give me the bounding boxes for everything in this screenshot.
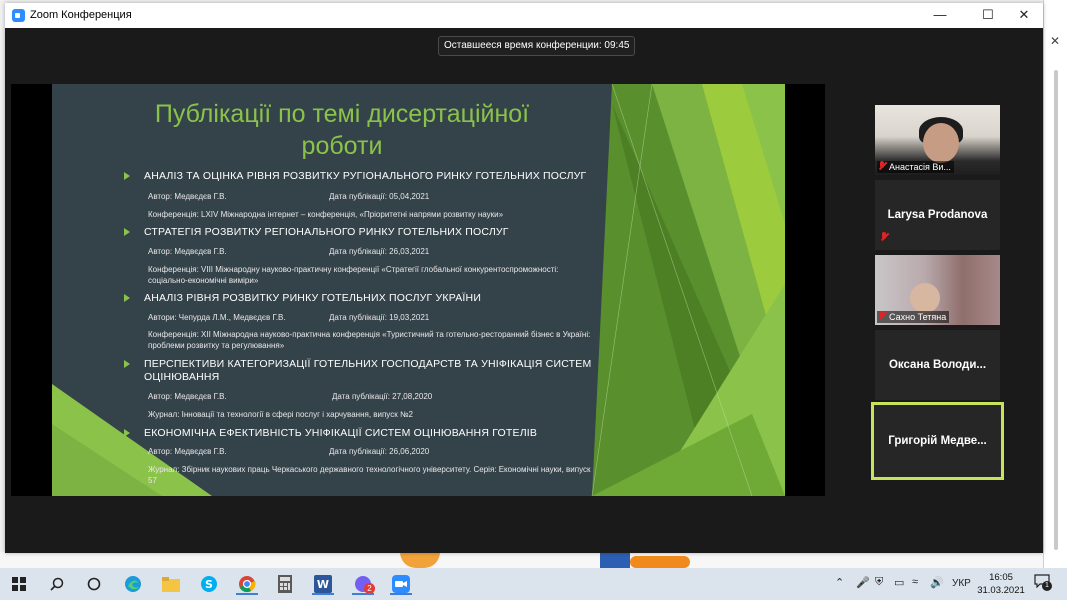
bullet-icon (124, 429, 130, 437)
publication-title: АНАЛІЗ ТА ОЦІНКА РІВНЯ РОЗВИТКУ РУГІОНАЛ… (144, 170, 587, 182)
publication-detail: Конференція: XII Міжнародна науково-прак… (148, 330, 591, 350)
windows-taskbar: S W 2 ⌃ 🎤 ⛨ ▭ ≈ 🔊 УКР 16:05 31.03.2021 1 (0, 568, 1067, 600)
publication-author: Автор: Медвєдєв Г.В. (148, 392, 227, 401)
zoom-icon[interactable] (390, 573, 412, 595)
volume-icon[interactable]: 🔊 (930, 576, 944, 589)
close-button[interactable]: ✕ (1009, 5, 1039, 25)
window-title: Zoom Конференция (30, 9, 132, 21)
chrome-icon[interactable] (236, 573, 258, 595)
language-indicator[interactable]: УКР (952, 578, 971, 589)
publication-author: Автор: Медвєдєв Г.В. (148, 447, 227, 456)
word-icon[interactable]: W (312, 573, 334, 595)
publication-author: Автор: Медвєдєв Г.В. (148, 192, 227, 201)
publication-date: Дата публікації: 27,08,2020 (332, 392, 433, 401)
publication-date: Дата публікації: 05,04,2021 (329, 192, 430, 201)
clock[interactable]: 16:05 31.03.2021 (976, 571, 1026, 597)
publication-detail: Журнал: Збірник наукових праць Черкасько… (148, 465, 591, 485)
participant-tile[interactable]: Оксана Володи... (875, 330, 1000, 400)
participant-name: Григорій Медве... (888, 435, 987, 447)
bullet-icon (124, 294, 130, 302)
publication-detail: Журнал: Інновації та технології в сфері … (148, 410, 413, 419)
svg-text:W: W (317, 578, 329, 591)
bullet-icon (124, 172, 130, 180)
calculator-icon[interactable] (274, 573, 296, 595)
participant-tile[interactable]: Анастасія Ви... (875, 105, 1000, 175)
mic-muted-icon (878, 311, 887, 321)
publication-title: АНАЛІЗ РІВНЯ РОЗВИТКУ РИНКУ ГОТЕЛЬНИХ ПО… (144, 292, 482, 304)
bullet-icon (124, 360, 130, 368)
publication-date: Дата публікації: 26,03,2021 (329, 247, 430, 256)
background-desktop-strip (0, 552, 1043, 568)
publication-date: Дата публікації: 26,06,2020 (329, 447, 430, 456)
edge-icon[interactable] (122, 573, 144, 595)
zoom-window: Zoom Конференция — ☐ ✕ Оставшееся время … (5, 3, 1043, 553)
clock-time: 16:05 (989, 572, 1013, 583)
publication-title: ЕКОНОМІЧНА ЕФЕКТИВНІСТЬ УНІФІКАЦІЇ СИСТЕ… (144, 427, 538, 439)
background-browser-edge: ✕ (1043, 0, 1067, 568)
maximize-button[interactable]: ☐ (973, 5, 1003, 25)
publication-detail: Конференція: VIII Міжнародну науково-пра… (148, 265, 559, 285)
clock-date: 31.03.2021 (977, 585, 1025, 596)
publication-detail: Конференція: LXIV Міжнародна інтернет – … (148, 210, 504, 219)
battery-icon[interactable]: ▭ (894, 576, 904, 589)
wifi-icon[interactable]: ≈ (912, 576, 918, 588)
participant-tile[interactable]: Сахно Тетяна (875, 255, 1000, 325)
title-bar: Zoom Конференция — ☐ ✕ (5, 3, 1043, 28)
viber-icon[interactable]: 2 (352, 573, 375, 595)
defender-shield-icon[interactable]: ⛨ (875, 576, 883, 589)
notification-count: 1 (1042, 581, 1052, 591)
task-view-icon[interactable] (83, 573, 105, 595)
background-close-icon: ✕ (1050, 34, 1061, 48)
active-speaker-tile[interactable]: Григорій Медве... (871, 402, 1004, 480)
svg-text:S: S (205, 578, 213, 591)
participant-name: Larysa Prodanova (887, 209, 988, 221)
chevron-up-icon[interactable]: ⌃ (835, 576, 844, 589)
participant-video (910, 283, 940, 313)
minimize-button[interactable]: — (925, 5, 955, 25)
publication-date: Дата публікації: 19,03,2021 (329, 313, 430, 322)
notification-center-icon[interactable]: 1 (1034, 574, 1052, 591)
zoom-app-icon (12, 9, 25, 22)
participant-tile[interactable]: Larysa Prodanova (875, 180, 1000, 250)
search-icon[interactable] (46, 573, 68, 595)
microphone-icon[interactable]: 🎤 (856, 576, 870, 589)
background-scrollbar[interactable] (1054, 70, 1058, 550)
publication-author: Автор: Медвєдєв Г.В. (148, 247, 227, 256)
participant-name-label: Анастасія Ви... (877, 161, 954, 173)
participant-name-label: Сахно Тетяна (877, 311, 950, 323)
participant-name: Оксана Володи... (888, 359, 987, 371)
skype-icon[interactable]: S (198, 573, 220, 595)
slide-title: Публікації по темі дисертаційної роботи (154, 100, 530, 160)
publication-title: СТРАТЕГІЯ РОЗВИТКУ РЕГІОНАЛЬНОГО РИНКУ Г… (144, 226, 509, 238)
file-explorer-icon[interactable] (160, 573, 182, 595)
meeting-time-remaining: Оставшееся время конференции: 09:45 (438, 36, 636, 56)
participant-video (923, 123, 959, 163)
mic-muted-icon (880, 228, 891, 246)
windows-start-icon[interactable] (8, 573, 30, 595)
publication-author: Автори: Чепурда Л.М., Медвєдєв Г.В. (148, 313, 286, 322)
presentation-slide: Публікації по темі дисертаційної роботи … (52, 84, 785, 496)
publication-title: ПЕРСПЕКТИВИ КАТЕГОРИЗАЦІЇ ГОТЕЛЬНИХ ГОСП… (144, 358, 592, 383)
mic-muted-icon (878, 161, 887, 171)
bullet-icon (124, 228, 130, 236)
shared-screen[interactable]: Публікації по темі дисертаційної роботи … (11, 84, 825, 496)
